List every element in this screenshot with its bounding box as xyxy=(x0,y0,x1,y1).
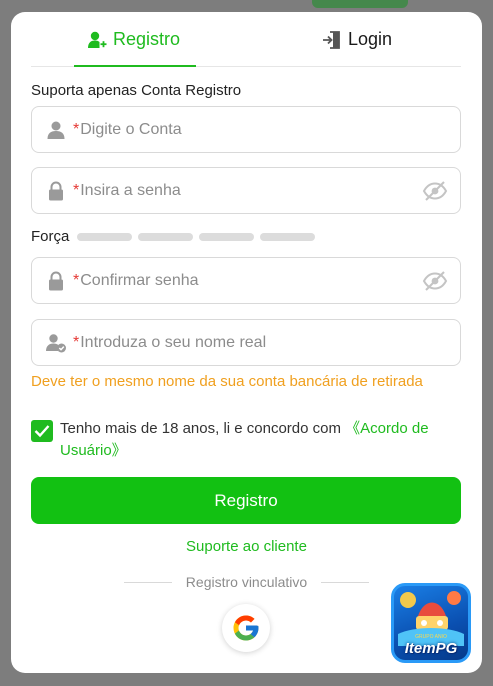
required-mark: * xyxy=(73,181,80,199)
required-mark: * xyxy=(73,333,80,351)
backdrop-element xyxy=(312,0,408,8)
account-input[interactable] xyxy=(80,107,460,152)
promo-brand: ItemPG xyxy=(404,640,458,657)
account-type-hint: Suporta apenas Conta Registro xyxy=(31,82,242,99)
bind-label: Registro vinculativo xyxy=(185,574,308,590)
password-field: * xyxy=(31,167,461,214)
auth-tabs: Registro Login xyxy=(31,12,461,67)
google-icon xyxy=(233,615,259,641)
strength-bar xyxy=(199,232,255,241)
confirm-password-input[interactable] xyxy=(80,258,460,303)
real-name-field: * xyxy=(31,319,461,366)
eye-off-icon[interactable] xyxy=(422,180,448,202)
customer-support-link[interactable]: Suporte ao cliente xyxy=(11,538,482,555)
real-name-warning: Deve ter o mesmo nome da sua conta bancá… xyxy=(31,373,423,390)
lock-icon xyxy=(45,180,67,202)
agree-text: Tenho mais de 18 anos, li e concordo com xyxy=(60,420,346,437)
login-icon xyxy=(322,30,342,50)
eye-off-icon[interactable] xyxy=(422,270,448,292)
user-plus-icon xyxy=(87,30,107,50)
user-check-icon xyxy=(45,332,67,354)
tab-login[interactable]: Login xyxy=(322,12,392,67)
google-signin-button[interactable] xyxy=(222,604,270,652)
confirm-password-field: * xyxy=(31,257,461,304)
tab-register[interactable]: Registro xyxy=(87,12,180,67)
strength-bar xyxy=(77,232,133,241)
register-button[interactable]: Registro xyxy=(31,477,461,524)
password-strength: Força xyxy=(31,228,321,245)
itempg-promo-badge[interactable]: GRUPO ANIO ItemPG xyxy=(391,583,471,663)
strength-bar xyxy=(260,232,316,241)
lock-icon xyxy=(45,270,67,292)
divider-line xyxy=(321,581,370,583)
age-agreement: Tenho mais de 18 anos, li e concordo com… xyxy=(31,418,461,462)
real-name-input[interactable] xyxy=(80,320,460,365)
required-mark: * xyxy=(73,271,80,289)
active-tab-indicator xyxy=(74,65,196,67)
required-mark: * xyxy=(73,120,80,138)
tab-register-label: Registro xyxy=(113,29,181,49)
register-modal: Registro Login Suporta apenas Conta Regi… xyxy=(11,12,482,673)
user-icon xyxy=(45,119,67,141)
password-input[interactable] xyxy=(80,168,460,213)
agree-checkbox[interactable] xyxy=(31,420,53,442)
check-icon xyxy=(34,425,50,438)
agree-text-block: Tenho mais de 18 anos, li e concordo com… xyxy=(60,418,461,462)
strength-label: Força xyxy=(31,228,70,245)
account-field: * xyxy=(31,106,461,153)
divider-line xyxy=(123,581,172,583)
tab-login-label: Login xyxy=(348,29,393,49)
strength-bar xyxy=(138,232,194,241)
